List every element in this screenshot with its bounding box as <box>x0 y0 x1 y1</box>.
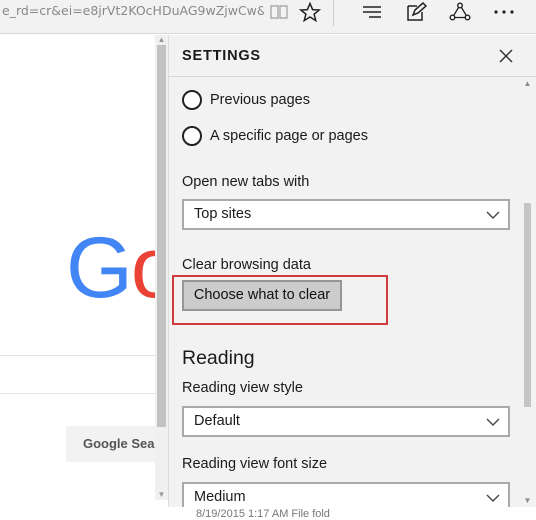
settings-scrollbar[interactable]: ▲ ▼ <box>518 77 536 507</box>
web-page-content: Go Google Sear <box>0 35 157 519</box>
page-scrollbar[interactable]: ▲ ▼ <box>155 35 168 500</box>
radio-label: Previous pages <box>210 92 310 108</box>
reading-font-size-label: Reading view font size <box>182 456 328 472</box>
radio-button[interactable] <box>182 126 202 146</box>
clear-data-label: Clear browsing data <box>182 257 311 273</box>
chevron-down-icon <box>486 494 500 502</box>
toolbar-separator <box>333 0 334 26</box>
reading-section-title: Reading <box>182 347 255 369</box>
radio-previous-pages[interactable]: Previous pages <box>182 88 310 112</box>
page-divider <box>0 355 157 356</box>
close-icon <box>499 49 513 63</box>
scroll-up-arrow-icon[interactable]: ▲ <box>155 35 168 45</box>
select-value: Default <box>194 413 240 429</box>
new-tabs-select[interactable]: Top sites <box>182 199 510 230</box>
settings-title: SETTINGS <box>182 48 261 64</box>
web-note-icon[interactable] <box>401 0 431 24</box>
page-scrollbar-thumb[interactable] <box>157 45 166 427</box>
select-value: Top sites <box>194 206 252 222</box>
close-settings-button[interactable] <box>494 44 518 68</box>
select-value: Medium <box>194 489 246 505</box>
radio-label: A specific page or pages <box>210 128 368 144</box>
page-divider <box>0 393 157 394</box>
address-bar[interactable]: e_rd=cr&ei=e8jrVt2KOcHDuAG9wZjwCw&gv <box>0 0 264 24</box>
share-icon[interactable] <box>445 0 475 24</box>
google-search-button[interactable]: Google Sear <box>66 426 157 462</box>
settings-header: SETTINGS <box>169 35 536 77</box>
radio-button[interactable] <box>182 90 202 110</box>
reading-view-style-label: Reading view style <box>182 380 303 396</box>
google-logo-letter-g: G <box>66 220 133 316</box>
reading-font-size-select[interactable]: Medium <box>182 482 510 507</box>
scroll-down-arrow-icon[interactable]: ▼ <box>155 490 168 500</box>
browser-toolbar: e_rd=cr&ei=e8jrVt2KOcHDuAG9wZjwCw&gv <box>0 0 536 34</box>
favorites-star-icon[interactable] <box>295 0 325 24</box>
reading-view-style-select[interactable]: Default <box>182 406 510 437</box>
settings-scrollbar-thumb[interactable] <box>524 203 531 407</box>
scroll-up-arrow-icon[interactable]: ▲ <box>522 79 533 88</box>
radio-specific-pages[interactable]: A specific page or pages <box>182 124 368 148</box>
settings-panel: SETTINGS Previous pages A specific page … <box>168 35 536 507</box>
google-logo-letter-o: o <box>130 220 157 316</box>
google-logo[interactable]: Go <box>66 225 157 311</box>
new-tabs-label: Open new tabs with <box>182 174 310 190</box>
choose-what-to-clear-button[interactable]: Choose what to clear <box>182 280 342 311</box>
hub-icon[interactable] <box>357 0 387 24</box>
reading-view-icon[interactable] <box>264 0 294 24</box>
chevron-down-icon <box>486 418 500 426</box>
chevron-down-icon <box>486 211 500 219</box>
more-icon[interactable] <box>489 0 519 24</box>
status-text: 8/19/2015 1:17 AM File fold <box>196 508 330 520</box>
scroll-down-arrow-icon[interactable]: ▼ <box>522 496 533 505</box>
